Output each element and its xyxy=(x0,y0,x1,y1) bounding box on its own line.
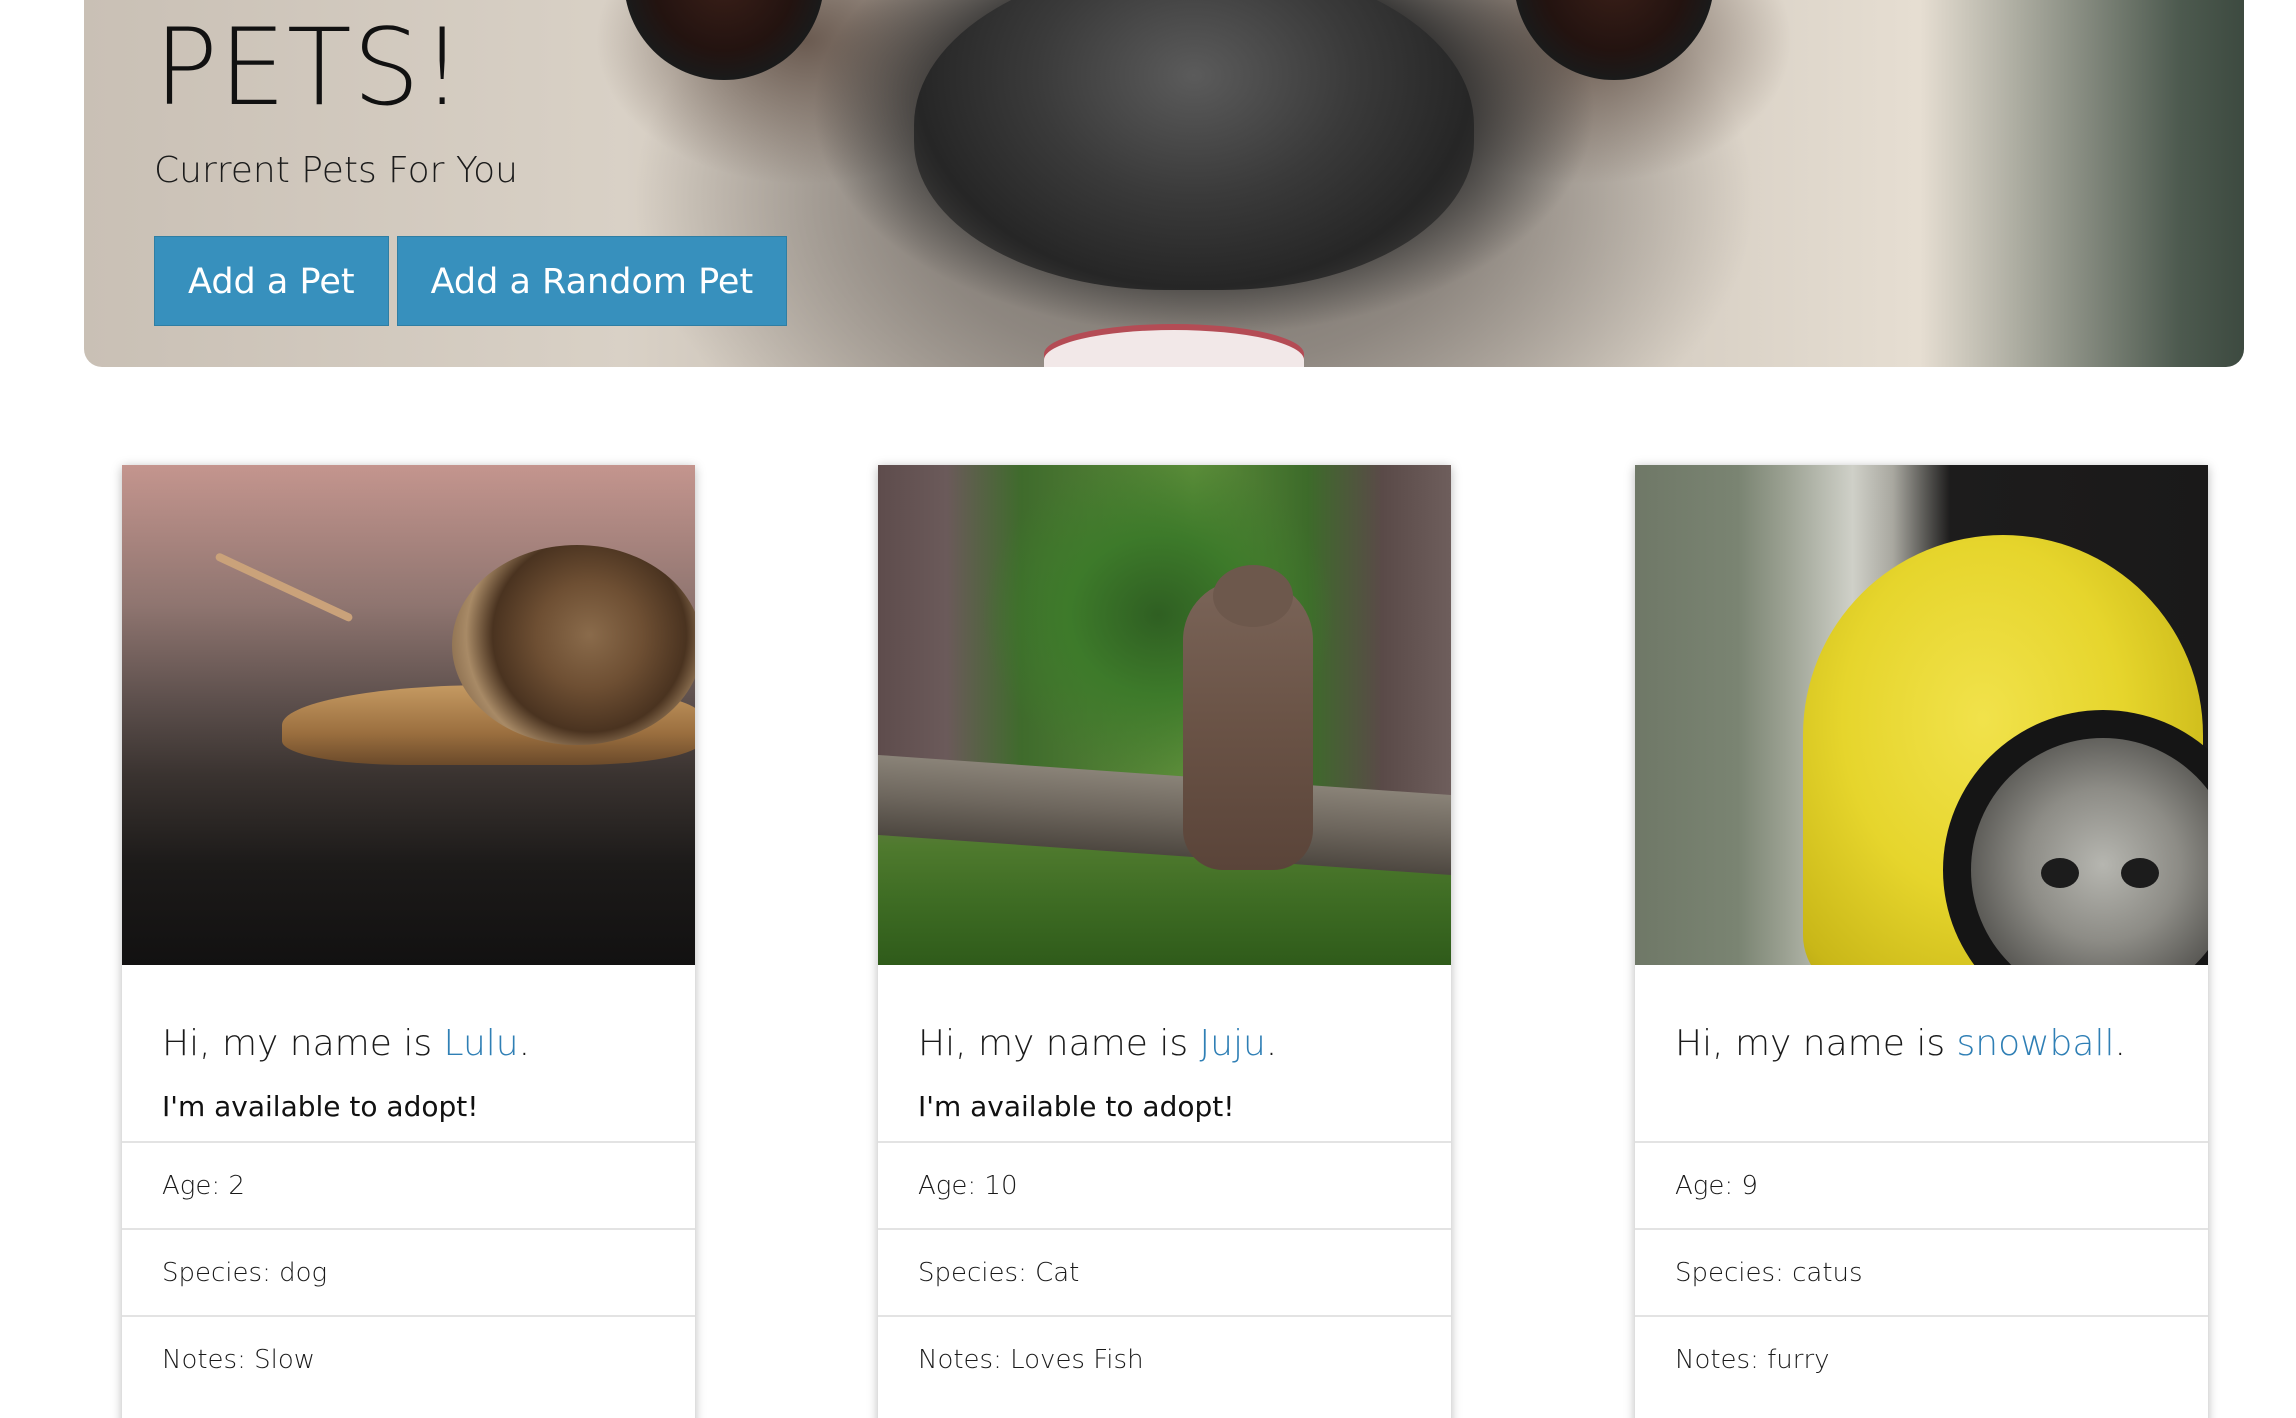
add-pet-button[interactable]: Add a Pet xyxy=(154,236,389,326)
cat-eye-left xyxy=(2041,858,2079,888)
pet-age: Age: 9 xyxy=(1635,1141,2208,1228)
pet-greeting: Hi, my name is Lulu. xyxy=(162,1023,655,1064)
pet-notes: Notes: Loves Fish xyxy=(878,1315,1451,1402)
adoption-status: I'm available to adopt! xyxy=(918,1090,1235,1123)
pet-species: Species: Cat xyxy=(878,1228,1451,1315)
pet-photo-otter xyxy=(878,465,1451,965)
pet-notes: Notes: Slow xyxy=(122,1315,695,1402)
page-subtitle: Current Pets For You xyxy=(154,150,518,191)
greeting-prefix: Hi, my name is xyxy=(918,1023,1200,1064)
greeting-suffix: . xyxy=(518,1023,531,1064)
pet-info-list: Age: 9 Species: catus Notes: furry xyxy=(1635,1141,2208,1402)
pet-card-body: Hi, my name is snowball. xyxy=(1635,965,2208,1141)
snail-shell xyxy=(452,545,695,745)
pet-photo-cat xyxy=(1635,465,2208,965)
add-random-pet-button[interactable]: Add a Random Pet xyxy=(396,236,788,326)
page: PETS! Current Pets For You Add a Pet Add… xyxy=(0,0,2296,1418)
pet-card: Hi, my name is Juju. I'm available to ad… xyxy=(878,465,1451,1418)
cat-eye-right xyxy=(2121,858,2159,888)
hero-pug-eye-right xyxy=(1514,0,1714,80)
pet-age: Age: 10 xyxy=(878,1141,1451,1228)
pet-age: Age: 2 xyxy=(122,1141,695,1228)
greeting-prefix: Hi, my name is xyxy=(162,1023,444,1064)
cat-backpack-window xyxy=(1943,710,2208,965)
pet-card: Hi, my name is snowball. Age: 9 Species:… xyxy=(1635,465,2208,1418)
pet-card-body: Hi, my name is Lulu. I'm available to ad… xyxy=(122,965,695,1141)
greeting-suffix: . xyxy=(2114,1023,2126,1064)
adoption-status: I'm available to adopt! xyxy=(162,1090,479,1123)
pet-name-link[interactable]: Juju xyxy=(1200,1023,1266,1064)
pet-greeting: Hi, my name is snowball. xyxy=(1675,1023,2168,1064)
snail-stalk xyxy=(214,551,354,623)
otter-head xyxy=(1213,565,1293,627)
hero-pug-mouth xyxy=(1044,330,1304,367)
pet-photo-snail xyxy=(122,465,695,965)
hero-pug-eye-left xyxy=(624,0,824,80)
hero-pug-nose xyxy=(914,0,1474,290)
pet-name-link[interactable]: snowball xyxy=(1957,1023,2115,1064)
pet-info-list: Age: 10 Species: Cat Notes: Loves Fish xyxy=(878,1141,1451,1402)
pet-species: Species: catus xyxy=(1635,1228,2208,1315)
greeting-prefix: Hi, my name is xyxy=(1675,1023,1957,1064)
pet-name-link[interactable]: Lulu xyxy=(444,1023,519,1064)
pet-notes: Notes: furry xyxy=(1635,1315,2208,1402)
cat-backpack xyxy=(1803,535,2208,965)
pet-greeting: Hi, my name is Juju. xyxy=(918,1023,1411,1064)
hero-actions: Add a Pet Add a Random Pet xyxy=(154,236,788,326)
hero-banner: PETS! Current Pets For You Add a Pet Add… xyxy=(84,0,2244,367)
pet-card: Hi, my name is Lulu. I'm available to ad… xyxy=(122,465,695,1418)
greeting-suffix: . xyxy=(1265,1023,1278,1064)
cat-face xyxy=(1971,738,2208,965)
pet-species: Species: dog xyxy=(122,1228,695,1315)
pet-info-list: Age: 2 Species: dog Notes: Slow xyxy=(122,1141,695,1402)
pet-card-body: Hi, my name is Juju. I'm available to ad… xyxy=(878,965,1451,1141)
page-title: PETS! xyxy=(154,6,465,129)
